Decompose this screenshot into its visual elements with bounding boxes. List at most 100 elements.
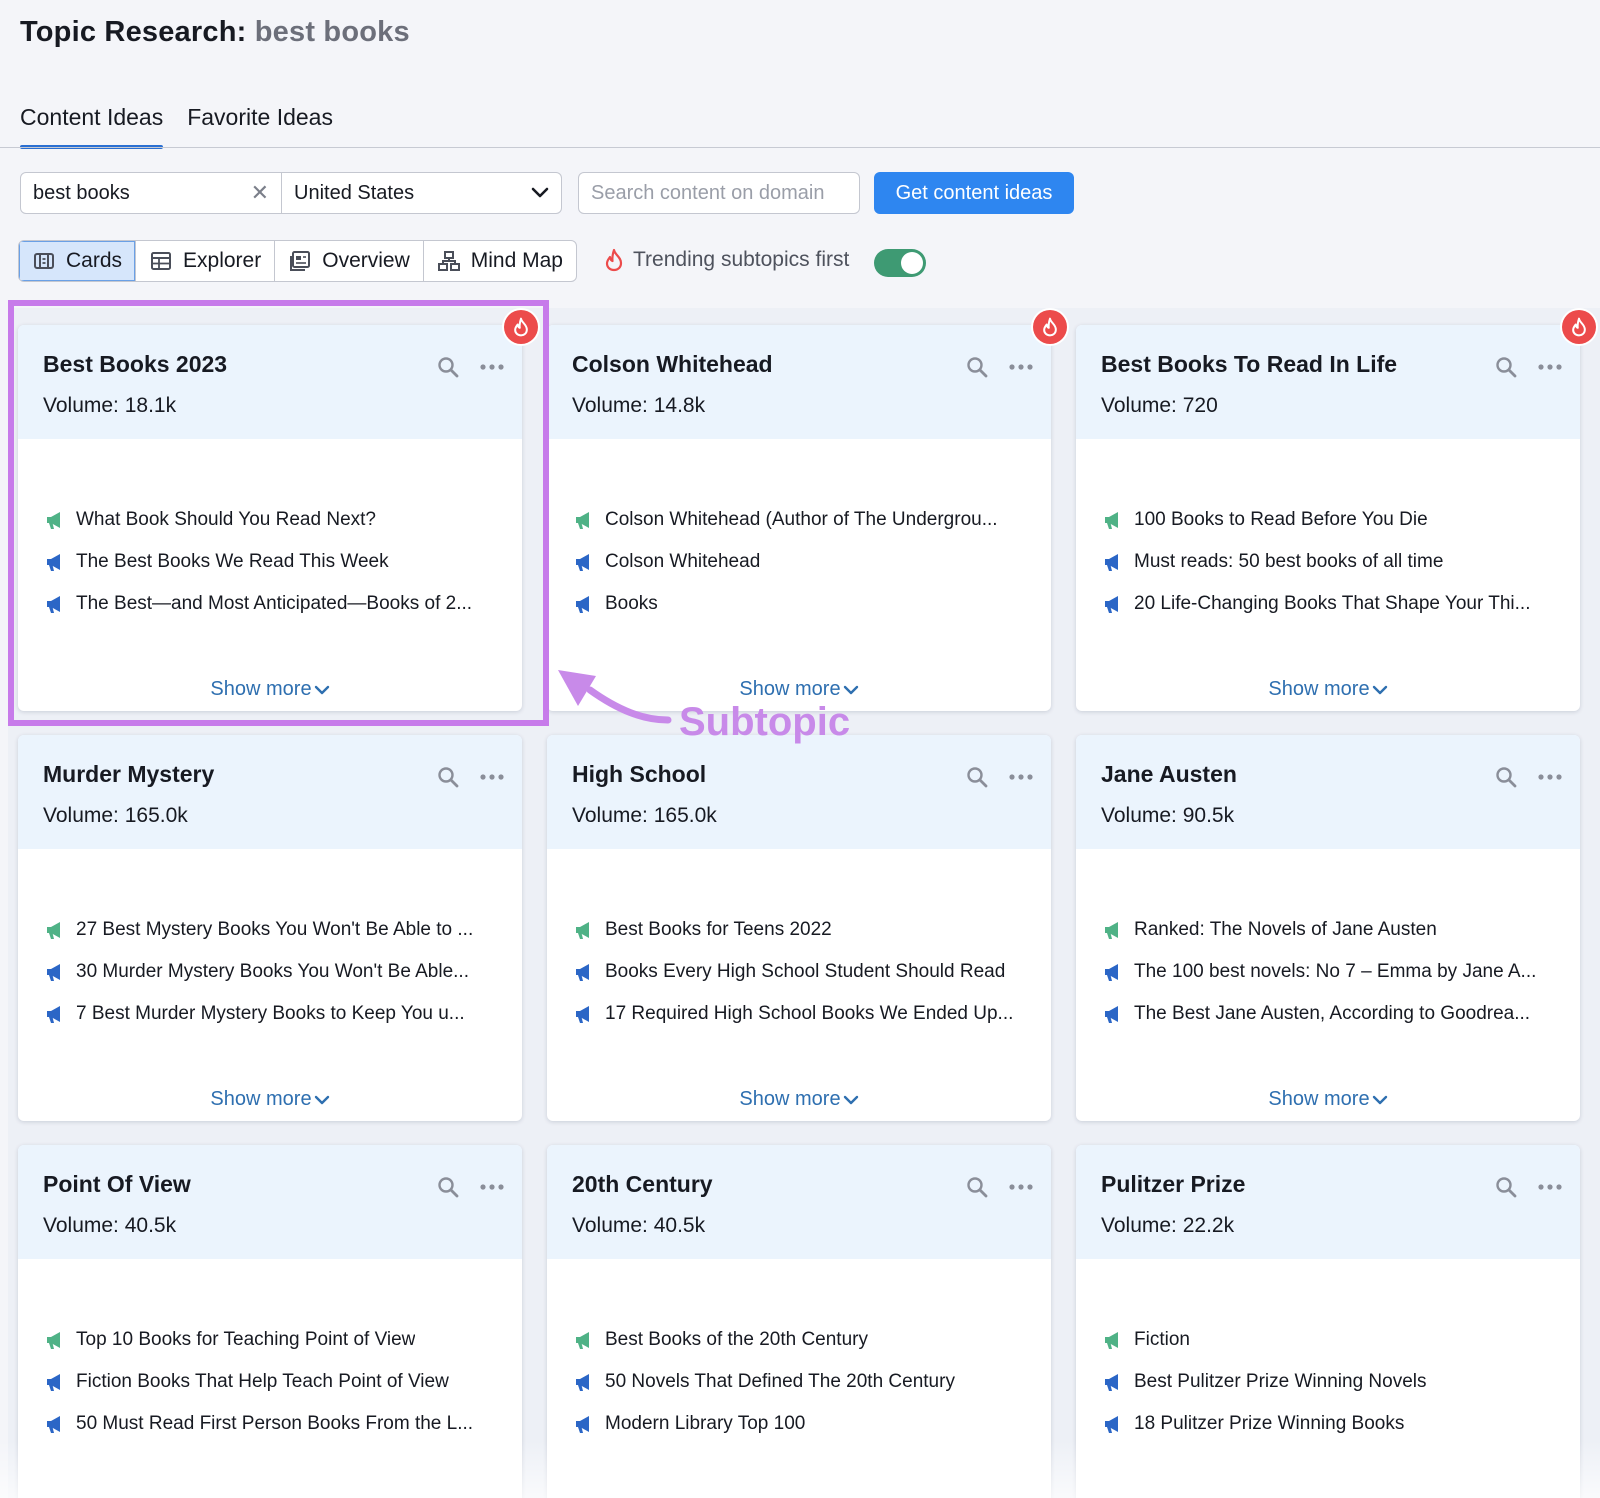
page-title-prefix: Topic Research: — [20, 16, 247, 48]
list-item[interactable]: What Book Should You Read Next? — [44, 499, 498, 541]
volume-label: Volume: — [1101, 1214, 1177, 1237]
list-item[interactable]: The Best Jane Austen, According to Goodr… — [1102, 993, 1556, 1035]
more-options-icon[interactable] — [478, 1175, 506, 1199]
list-item[interactable]: Colson Whitehead — [573, 541, 1027, 583]
view-explorer-button[interactable]: Explorer — [136, 241, 276, 281]
fire-icon — [605, 248, 623, 272]
list-item[interactable]: 30 Murder Mystery Books You Won't Be Abl… — [44, 951, 498, 993]
card-volume: Volume: 90.5k — [1101, 804, 1556, 828]
volume-value: 720 — [1182, 394, 1218, 417]
toggle-knob — [901, 252, 923, 274]
clear-icon[interactable]: ✕ — [251, 180, 269, 206]
show-more-link[interactable]: Show more — [18, 678, 522, 701]
card-volume: Volume: 165.0k — [572, 804, 1027, 828]
view-overview-button[interactable]: Overview — [275, 241, 424, 281]
card-volume: Volume: 18.1k — [43, 394, 498, 418]
list-item[interactable]: Best Pulitzer Prize Winning Novels — [1102, 1361, 1556, 1403]
card-title: Point Of View — [43, 1171, 191, 1197]
more-options-icon[interactable] — [1536, 765, 1564, 789]
list-item[interactable]: Colson Whitehead (Author of The Undergro… — [573, 499, 1027, 541]
list-item[interactable]: Must reads: 50 best books of all time — [1102, 541, 1556, 583]
subtopic-card[interactable]: Murder Mystery Volume: 165.0k 27 Best My… — [18, 735, 522, 1121]
subtopic-card[interactable]: Jane Austen Volume: 90.5k Ranked: The No… — [1076, 735, 1580, 1121]
headline-text: Modern Library Top 100 — [605, 1413, 806, 1434]
list-item[interactable]: Books — [573, 583, 1027, 625]
search-icon[interactable] — [436, 1175, 460, 1199]
search-icon[interactable] — [1494, 765, 1518, 789]
headline-text: Colson Whitehead (Author of The Undergro… — [605, 509, 998, 530]
list-item[interactable]: 50 Novels That Defined The 20th Century — [573, 1361, 1027, 1403]
card-title: Pulitzer Prize — [1101, 1171, 1246, 1197]
more-options-icon[interactable] — [478, 355, 506, 379]
volume-label: Volume: — [1101, 394, 1177, 417]
search-icon[interactable] — [436, 355, 460, 379]
more-options-icon[interactable] — [1007, 355, 1035, 379]
get-content-ideas-button[interactable]: Get content ideas — [874, 172, 1074, 214]
domain-search-input[interactable]: Search content on domain — [578, 172, 860, 214]
volume-label: Volume: — [43, 1214, 119, 1237]
search-icon[interactable] — [1494, 355, 1518, 379]
list-item[interactable]: 100 Books to Read Before You Die — [1102, 499, 1556, 541]
country-value: United States — [294, 181, 415, 204]
list-item[interactable]: Fiction Books That Help Teach Point of V… — [44, 1361, 498, 1403]
list-item[interactable]: Fiction — [1102, 1319, 1556, 1361]
show-more-link[interactable]: Show more — [18, 1088, 522, 1111]
view-cards-button[interactable]: Cards — [19, 241, 137, 281]
search-icon[interactable] — [965, 1175, 989, 1199]
tabs-divider — [0, 147, 1600, 148]
more-options-icon[interactable] — [1536, 1175, 1564, 1199]
volume-value: 90.5k — [1182, 804, 1235, 827]
show-more-link[interactable]: Show more — [547, 1088, 1051, 1111]
headline-text: What Book Should You Read Next? — [76, 509, 376, 530]
search-icon[interactable] — [1494, 1175, 1518, 1199]
list-item[interactable]: Top 10 Books for Teaching Point of View — [44, 1319, 498, 1361]
more-options-icon[interactable] — [1007, 765, 1035, 789]
list-item[interactable]: Modern Library Top 100 — [573, 1403, 1027, 1445]
list-item[interactable]: 50 Must Read First Person Books From the… — [44, 1403, 498, 1445]
headline-text: Top 10 Books for Teaching Point of View — [76, 1329, 416, 1350]
more-options-icon[interactable] — [478, 765, 506, 789]
view-mindmap-button[interactable]: Mind Map — [424, 241, 576, 281]
tab-content-ideas[interactable]: Content Ideas — [20, 100, 164, 149]
subtopic-card[interactable]: High School Volume: 165.0k Best Books fo… — [547, 735, 1051, 1121]
more-options-icon[interactable] — [1536, 355, 1564, 379]
list-item[interactable]: 20 Life-Changing Books That Shape Your T… — [1102, 583, 1556, 625]
headline-text: Fiction Books That Help Teach Point of V… — [76, 1371, 449, 1392]
headline-list: 27 Best Mystery Books You Won't Be Able … — [18, 849, 522, 1035]
search-icon[interactable] — [965, 355, 989, 379]
list-item[interactable]: The Best—and Most Anticipated—Books of 2… — [44, 583, 498, 625]
list-item[interactable]: Best Books of the 20th Century — [573, 1319, 1027, 1361]
trending-subtopics: Trending subtopics first — [603, 248, 849, 272]
show-more-link[interactable]: Show more — [1076, 1088, 1580, 1111]
subtopic-card[interactable]: Best Books To Read In Life Volume: 720 1… — [1076, 325, 1580, 711]
subtopic-card[interactable]: Best Books 2023 Volume: 18.1k What Book … — [18, 325, 522, 711]
country-select[interactable]: United States — [282, 172, 562, 214]
card-header: Jane Austen Volume: 90.5k — [1076, 735, 1580, 849]
page-title-keyword: best books — [254, 16, 410, 48]
list-item[interactable]: 27 Best Mystery Books You Won't Be Able … — [44, 909, 498, 951]
show-more-link[interactable]: Show more — [1076, 678, 1580, 701]
keyword-input[interactable]: best books ✕ — [20, 172, 282, 214]
list-item[interactable]: Ranked: The Novels of Jane Austen — [1102, 909, 1556, 951]
headline-text: 30 Murder Mystery Books You Won't Be Abl… — [76, 961, 469, 982]
tab-favorite-ideas[interactable]: Favorite Ideas — [187, 100, 333, 148]
chevron-down-icon — [843, 1095, 858, 1104]
more-options-icon[interactable] — [1007, 1175, 1035, 1199]
list-item[interactable]: 17 Required High School Books We Ended U… — [573, 993, 1027, 1035]
subtopic-card[interactable]: Colson Whitehead Volume: 14.8k Colson Wh… — [547, 325, 1051, 711]
search-icon[interactable] — [436, 765, 460, 789]
trending-badge — [1562, 310, 1596, 344]
megaphone-blue-icon — [576, 596, 589, 613]
search-group: best books ✕ United States — [20, 172, 562, 214]
list-item[interactable]: 18 Pulitzer Prize Winning Books — [1102, 1403, 1556, 1445]
trending-toggle[interactable] — [874, 249, 926, 277]
list-item[interactable]: Best Books for Teens 2022 — [573, 909, 1027, 951]
chevron-down-icon — [314, 685, 329, 694]
list-item[interactable]: 7 Best Murder Mystery Books to Keep You … — [44, 993, 498, 1035]
megaphone-blue-icon — [47, 554, 60, 571]
list-item[interactable]: Books Every High School Student Should R… — [573, 951, 1027, 993]
subtopic-annotation-label: Subtopic — [679, 700, 851, 744]
list-item[interactable]: The Best Books We Read This Week — [44, 541, 498, 583]
list-item[interactable]: The 100 best novels: No 7 – Emma by Jane… — [1102, 951, 1556, 993]
search-icon[interactable] — [965, 765, 989, 789]
